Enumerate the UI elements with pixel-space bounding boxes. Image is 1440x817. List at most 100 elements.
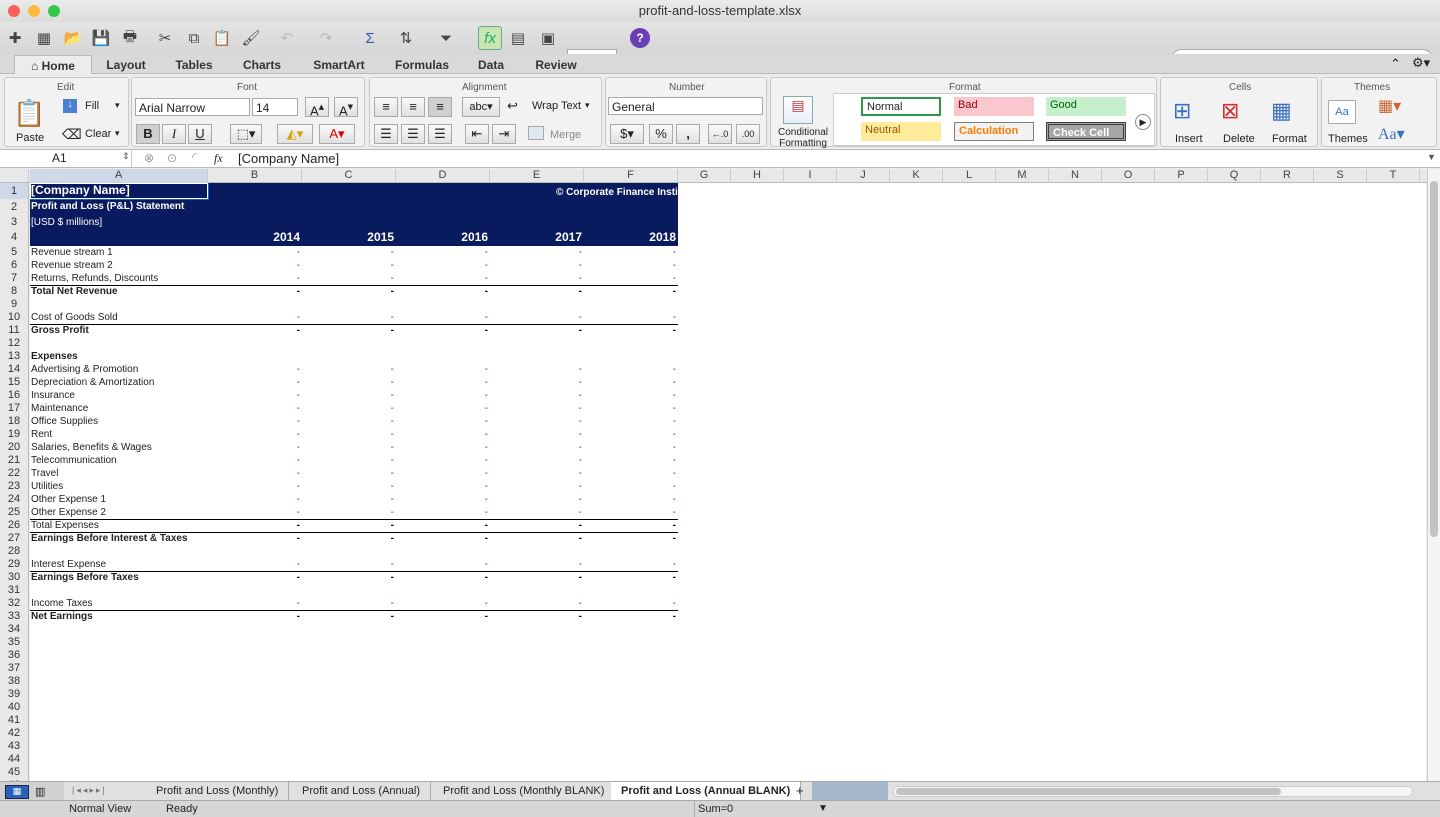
value-cell[interactable]: - [302, 363, 394, 376]
year-header-cell[interactable]: 2016 [396, 231, 488, 244]
vertical-scrollbar[interactable] [1427, 169, 1440, 781]
paste-large-icon[interactable]: 📋 [13, 98, 45, 129]
row-header[interactable]: 11 [0, 324, 28, 337]
value-cell[interactable]: - [396, 285, 488, 298]
line-item-label[interactable]: Office Supplies [31, 415, 98, 428]
value-cell[interactable]: - [490, 532, 582, 545]
column-header-o[interactable]: O [1102, 169, 1155, 183]
name-box-stepper-icon[interactable]: ⇕ [122, 151, 130, 162]
line-item-label[interactable]: Insurance [31, 389, 75, 402]
value-cell[interactable]: - [208, 571, 300, 584]
value-cell[interactable]: - [302, 571, 394, 584]
value-cell[interactable]: - [302, 259, 394, 272]
value-cell[interactable]: - [396, 610, 488, 623]
column-header-g[interactable]: G [678, 169, 731, 183]
gallery-icon[interactable]: ▣ [536, 26, 560, 50]
value-cell[interactable]: - [584, 454, 676, 467]
new-document-icon[interactable]: ✚ [3, 26, 27, 50]
value-cell[interactable]: - [490, 506, 582, 519]
style-good[interactable]: Good [1046, 97, 1126, 116]
row-header[interactable]: 5 [0, 246, 28, 259]
line-item-label[interactable]: Earnings Before Taxes [31, 571, 139, 584]
value-cell[interactable]: - [396, 402, 488, 415]
row-header[interactable]: 37 [0, 662, 28, 675]
value-cell[interactable]: - [208, 441, 300, 454]
value-cell[interactable]: - [302, 285, 394, 298]
year-header-cell[interactable]: 2014 [208, 231, 300, 244]
value-cell[interactable]: - [396, 519, 488, 532]
year-header-cell[interactable]: 2018 [584, 231, 676, 244]
decrease-font-size-icon[interactable]: A▾ [334, 97, 358, 118]
line-item-label[interactable]: Salaries, Benefits & Wages [31, 441, 152, 454]
horizontal-scrollbar[interactable] [893, 786, 1413, 797]
value-cell[interactable]: - [584, 610, 676, 623]
row-header[interactable]: 27 [0, 532, 28, 545]
value-cell[interactable]: - [396, 597, 488, 610]
value-cell[interactable]: - [208, 454, 300, 467]
value-cell[interactable]: - [490, 376, 582, 389]
sheet-tab-annual-blank[interactable]: Profit and Loss (Annual BLANK) [611, 782, 802, 800]
value-cell[interactable]: - [396, 363, 488, 376]
style-neutral[interactable]: Neutral [861, 122, 941, 141]
value-cell[interactable]: - [208, 272, 300, 285]
value-cell[interactable]: - [208, 467, 300, 480]
line-item-label[interactable]: Travel [31, 467, 58, 480]
row-header[interactable]: 17 [0, 402, 28, 415]
tab-review[interactable]: Review [520, 55, 592, 74]
value-cell[interactable]: - [302, 441, 394, 454]
wrap-dropdown-icon[interactable]: ▾ [585, 100, 590, 111]
column-header-i[interactable]: I [784, 169, 837, 183]
row-header[interactable]: 20 [0, 441, 28, 454]
next-styles-icon[interactable]: ▶ [1135, 114, 1151, 130]
value-cell[interactable]: - [208, 428, 300, 441]
row-header[interactable]: 41 [0, 714, 28, 727]
format-button[interactable]: Format [1272, 133, 1307, 145]
value-cell[interactable]: - [490, 610, 582, 623]
year-header-cell[interactable]: 2015 [302, 231, 394, 244]
align-bottom-icon[interactable]: ≡ [428, 97, 452, 117]
row-header[interactable]: 43 [0, 740, 28, 753]
open-icon[interactable]: 📂 [61, 26, 85, 50]
theme-fonts-icon[interactable]: Aa▾ [1378, 124, 1405, 144]
tab-home[interactable]: ⌂ Home [14, 55, 92, 74]
value-cell[interactable]: - [302, 558, 394, 571]
value-cell[interactable]: - [490, 571, 582, 584]
add-sheet-icon[interactable]: + [796, 783, 804, 798]
value-cell[interactable]: - [396, 493, 488, 506]
line-item-label[interactable]: Income Taxes [31, 597, 93, 610]
value-cell[interactable]: - [584, 246, 676, 259]
row-header[interactable]: 22 [0, 467, 28, 480]
value-cell[interactable]: - [584, 493, 676, 506]
theme-colors-icon[interactable]: ▦▾ [1378, 96, 1401, 116]
filter-icon[interactable]: ⏷ [434, 26, 458, 50]
value-cell[interactable]: - [584, 597, 676, 610]
row-header[interactable]: 4 [0, 229, 28, 246]
value-cell[interactable]: - [208, 246, 300, 259]
row-header[interactable]: 1 [0, 183, 28, 199]
value-cell[interactable]: - [396, 259, 488, 272]
line-item-label[interactable]: Total Net Revenue [31, 285, 118, 298]
value-cell[interactable]: - [302, 493, 394, 506]
row-header[interactable]: 31 [0, 584, 28, 597]
value-cell[interactable]: - [490, 441, 582, 454]
value-cell[interactable]: - [396, 480, 488, 493]
value-cell[interactable]: - [396, 324, 488, 337]
value-cell[interactable]: - [396, 532, 488, 545]
value-cell[interactable]: - [584, 389, 676, 402]
sheet-tab-annual[interactable]: Profit and Loss (Annual) [292, 782, 432, 800]
value-cell[interactable]: - [208, 402, 300, 415]
value-cell[interactable]: - [208, 389, 300, 402]
value-cell[interactable]: - [396, 454, 488, 467]
value-cell[interactable]: - [302, 376, 394, 389]
value-cell[interactable]: - [584, 259, 676, 272]
horizontal-scroll-thumb[interactable] [896, 788, 1281, 795]
row-header[interactable]: 30 [0, 571, 28, 584]
line-item-label[interactable]: Telecommunication [31, 454, 117, 467]
themes-icon[interactable]: Aa [1328, 100, 1356, 124]
line-item-label[interactable]: Net Earnings [31, 610, 93, 623]
row-header[interactable]: 19 [0, 428, 28, 441]
value-cell[interactable]: - [396, 311, 488, 324]
value-cell[interactable]: - [490, 519, 582, 532]
tab-smartart[interactable]: SmartArt [296, 55, 382, 74]
style-bad[interactable]: Bad [954, 97, 1034, 116]
